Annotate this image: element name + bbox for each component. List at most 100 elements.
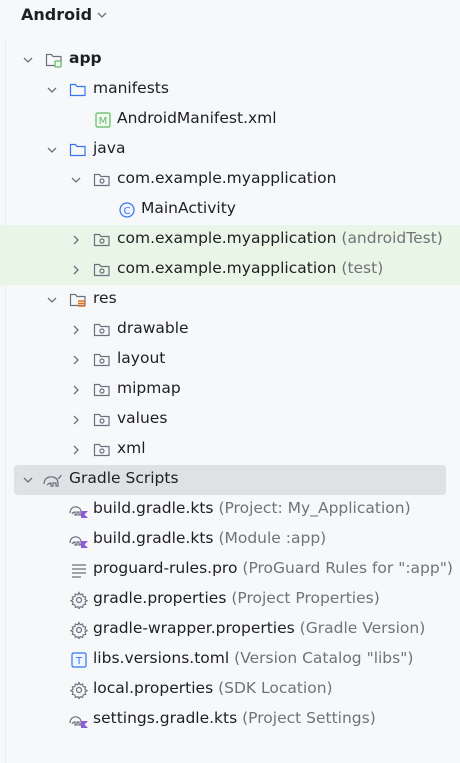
svg-text:C: C	[124, 206, 131, 217]
project-tree: app manifests M AndroidManifest.xml java	[0, 45, 460, 735]
chevron-right-icon[interactable]	[69, 233, 83, 247]
text-file-icon	[70, 561, 88, 579]
file-description: (Project Settings)	[242, 709, 376, 727]
chevron-down-icon[interactable]	[69, 173, 83, 187]
tree-node-build-gradle-project[interactable]: build.gradle.kts (Project: My_Applicatio…	[0, 495, 460, 525]
file-name: local.properties	[93, 679, 214, 697]
project-view-header: Android	[0, 0, 460, 30]
gear-icon	[70, 681, 88, 699]
tree-node-manifests[interactable]: manifests	[0, 75, 460, 105]
file-description: (Version Catalog "libs")	[234, 649, 414, 667]
chevron-down-icon[interactable]	[96, 9, 108, 21]
tree-node-main-activity[interactable]: C MainActivity	[0, 195, 460, 225]
chevron-right-icon[interactable]	[69, 383, 83, 397]
file-description: (Module :app)	[218, 529, 327, 547]
tree-node-label: gradle.properties (Project Properties)	[93, 589, 380, 607]
tree-node-label: drawable	[117, 319, 189, 337]
tree-node-java[interactable]: java	[0, 135, 460, 165]
package-suffix: (test)	[341, 259, 384, 277]
gear-icon	[70, 591, 88, 609]
chevron-right-icon[interactable]	[69, 263, 83, 277]
file-name: build.gradle.kts	[93, 529, 214, 547]
tree-node-label: build.gradle.kts (Project: My_Applicatio…	[93, 499, 411, 517]
file-description: (Project: My_Application)	[218, 499, 411, 517]
svg-text:T: T	[75, 656, 83, 667]
file-name: gradle-wrapper.properties	[93, 619, 295, 637]
chevron-right-icon[interactable]	[69, 413, 83, 427]
package-name: com.example.myapplication	[117, 229, 337, 247]
file-name: libs.versions.toml	[93, 649, 230, 667]
file-name: proguard-rules.pro	[93, 559, 238, 577]
file-name: build.gradle.kts	[93, 499, 214, 517]
tree-node-gradle-wrapper-properties[interactable]: gradle-wrapper.properties (Gradle Versio…	[0, 615, 460, 645]
tree-node-label: xml	[117, 439, 146, 457]
tree-node-gradle-scripts[interactable]: Gradle Scripts	[14, 465, 446, 495]
package-icon	[93, 411, 111, 429]
tree-node-values[interactable]: values	[0, 405, 460, 435]
chevron-down-icon[interactable]	[45, 293, 59, 307]
tree-node-label: settings.gradle.kts (Project Settings)	[93, 709, 376, 727]
chevron-down-icon[interactable]	[21, 473, 35, 487]
file-description: (SDK Location)	[218, 679, 333, 697]
tree-node-label: local.properties (SDK Location)	[93, 679, 333, 697]
class-icon: C	[118, 201, 136, 219]
tree-node-android-manifest[interactable]: M AndroidManifest.xml	[0, 105, 460, 135]
tree-node-label: com.example.myapplication (test)	[117, 259, 383, 277]
manifest-file-icon: M	[94, 111, 112, 129]
file-name: gradle.properties	[93, 589, 227, 607]
file-description: (Project Properties)	[231, 589, 380, 607]
package-icon	[93, 171, 111, 189]
tree-node-label: Gradle Scripts	[69, 469, 179, 487]
tree-node-settings-gradle[interactable]: settings.gradle.kts (Project Settings)	[0, 705, 460, 735]
tree-node-label: gradle-wrapper.properties (Gradle Versio…	[93, 619, 425, 637]
source-folder-icon	[69, 141, 87, 159]
tree-node-label: res	[93, 289, 117, 307]
tree-node-local-properties[interactable]: local.properties (SDK Location)	[0, 675, 460, 705]
chevron-down-icon[interactable]	[45, 83, 59, 97]
tree-node-xml[interactable]: xml	[0, 435, 460, 465]
package-icon	[93, 261, 111, 279]
tree-node-app[interactable]: app	[0, 45, 460, 75]
gear-icon	[70, 621, 88, 639]
chevron-down-icon[interactable]	[45, 143, 59, 157]
chevron-right-icon[interactable]	[69, 323, 83, 337]
tree-node-package-test[interactable]: com.example.myapplication (test)	[0, 255, 460, 285]
tree-node-libs-versions-toml[interactable]: T libs.versions.toml (Version Catalog "l…	[0, 645, 460, 675]
tree-node-label: layout	[117, 349, 166, 367]
gradle-elephant-icon	[42, 471, 62, 489]
tree-node-package-main[interactable]: com.example.myapplication	[0, 165, 460, 195]
package-suffix: (androidTest)	[341, 229, 443, 247]
tree-node-label: mipmap	[117, 379, 181, 397]
chevron-down-icon[interactable]	[21, 53, 35, 67]
package-icon	[93, 231, 111, 249]
tree-node-gradle-properties[interactable]: gradle.properties (Project Properties)	[0, 585, 460, 615]
toml-file-icon: T	[70, 651, 88, 669]
tree-node-label: build.gradle.kts (Module :app)	[93, 529, 326, 547]
package-icon	[93, 381, 111, 399]
tree-node-res[interactable]: res	[0, 285, 460, 315]
chevron-right-icon[interactable]	[69, 443, 83, 457]
tree-node-label: libs.versions.toml (Version Catalog "lib…	[93, 649, 413, 667]
tree-node-label: com.example.myapplication	[117, 169, 337, 187]
folder-icon	[69, 81, 87, 99]
tree-node-build-gradle-module[interactable]: build.gradle.kts (Module :app)	[0, 525, 460, 555]
tree-node-label: manifests	[93, 79, 169, 97]
tree-node-layout[interactable]: layout	[0, 345, 460, 375]
tree-node-label: proguard-rules.pro (ProGuard Rules for "…	[93, 559, 453, 577]
tree-node-label: com.example.myapplication (androidTest)	[117, 229, 443, 247]
tree-node-drawable[interactable]: drawable	[0, 315, 460, 345]
package-icon	[93, 321, 111, 339]
svg-text:M: M	[99, 116, 108, 127]
tree-node-label: app	[69, 49, 102, 67]
gradle-kotlin-file-icon	[69, 711, 88, 729]
tree-node-mipmap[interactable]: mipmap	[0, 375, 460, 405]
chevron-right-icon[interactable]	[69, 353, 83, 367]
module-folder-icon	[45, 51, 63, 69]
resources-folder-icon	[69, 291, 87, 309]
view-title[interactable]: Android	[21, 5, 92, 24]
tree-node-proguard-rules[interactable]: proguard-rules.pro (ProGuard Rules for "…	[0, 555, 460, 585]
tree-node-package-android-test[interactable]: com.example.myapplication (androidTest)	[0, 225, 460, 255]
file-description: (Gradle Version)	[299, 619, 426, 637]
tree-node-label: values	[117, 409, 168, 427]
package-icon	[93, 441, 111, 459]
